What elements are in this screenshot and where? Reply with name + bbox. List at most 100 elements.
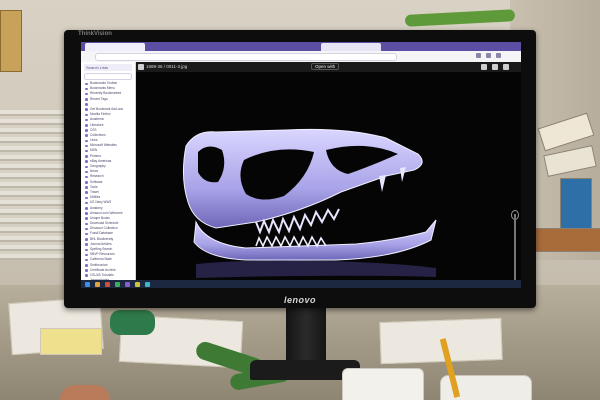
print-icon[interactable]	[481, 64, 487, 70]
sidebar-item-label: Recently Bookmarked	[90, 91, 122, 96]
url-field[interactable]	[95, 53, 397, 61]
open-with-button[interactable]: Open with	[311, 63, 340, 70]
sidebar-item-label: CSS	[90, 127, 97, 132]
monitor-brand-bottom: lenovo	[283, 295, 316, 305]
skull-reflection	[196, 260, 436, 278]
bookmark-folder-icon	[85, 108, 88, 111]
viewer-file-title: 1689-36 / 0011-3.jpg	[146, 64, 188, 69]
sidebar-item-label: MSN	[90, 148, 98, 153]
bookmark-folder-icon	[85, 232, 88, 236]
sidebar-item-label: Tools	[90, 184, 98, 189]
sidebar-item-label: Bookmarks Menu	[90, 86, 115, 91]
bookmarks-sidebar: Search Lists Bookmarks Toolbar Bookmarks …	[81, 62, 136, 280]
sidebar-item-label: Travel	[90, 189, 99, 194]
photo-scene: ThinkVision lenovo Search Lists Bookmark…	[0, 0, 600, 400]
sidebar-item-label: Dinosaur Collection	[90, 226, 118, 231]
sidebar-item-label: News	[90, 169, 98, 174]
bookmark-folder-icon	[85, 98, 88, 101]
app-icon[interactable]	[125, 281, 130, 287]
sidebar-item-label: Mozilla Firefox	[90, 112, 111, 117]
download-icon[interactable]	[492, 64, 498, 70]
sticky-note	[40, 328, 102, 355]
toy-figure	[110, 310, 155, 335]
sidebar-item-label: Academic	[90, 117, 104, 122]
bookmark-folder-icon	[85, 243, 88, 246]
sidebar-item-label: Microsoft Websites	[90, 143, 117, 148]
more-icon[interactable]	[503, 64, 509, 70]
bookmark-folder-icon	[85, 258, 88, 262]
scale-pin	[514, 214, 516, 284]
bookmark-folder-icon	[85, 82, 88, 85]
sidebar-list: Bookmarks Toolbar Bookmarks Menu Recently …	[84, 81, 134, 280]
sidebar-item-label: Geography	[90, 164, 106, 168]
bookmark-folder-icon	[85, 124, 88, 127]
sidebar-item-label: Download Schedule	[90, 221, 119, 226]
menu-icon[interactable]	[496, 53, 501, 58]
sidebar-item-label: Software	[90, 179, 103, 184]
bookmark-folder-icon	[85, 144, 88, 148]
bookmark-folder-icon	[85, 222, 88, 226]
sidebar-item-label: Literature	[90, 122, 104, 127]
app-icon[interactable]	[135, 281, 140, 287]
bookmark-folder-icon	[85, 274, 88, 277]
sidebar-item-label: Anatomy	[90, 205, 103, 210]
bookmark-folder-icon	[85, 129, 88, 132]
person-hand	[60, 385, 110, 400]
sidebar-item-label: Recent Tags	[90, 96, 108, 101]
skull	[182, 128, 437, 261]
sidebar-item-label: Certificate Archive	[90, 267, 116, 272]
bookshelf	[535, 110, 600, 252]
bookmark-folder-icon	[85, 165, 88, 168]
dinosaur-skull-image	[182, 128, 437, 278]
sidebar-item-label: Smithsonian	[90, 262, 108, 267]
shelf	[535, 228, 600, 252]
bookmark-folder-icon	[85, 170, 88, 174]
wall-poster	[0, 10, 22, 72]
bookmark-folder-icon	[85, 118, 88, 122]
bookmark-folder-icon	[85, 149, 88, 153]
bookmark-folder-icon	[85, 92, 88, 96]
bookmark-folder-icon	[85, 175, 88, 179]
book	[543, 145, 597, 177]
monitor-brand-top: ThinkVision	[78, 31, 112, 37]
bookmark-folder-icon	[85, 103, 88, 106]
bookmark-folder-icon	[85, 217, 88, 220]
bookmark-icon[interactable]	[476, 53, 481, 58]
browser-icon[interactable]	[105, 281, 110, 287]
close-icon[interactable]	[138, 64, 144, 70]
bookmark-folder-icon	[85, 212, 88, 215]
sidebar-item-label: California State	[90, 257, 112, 262]
sidebar-item-label: Amazon.com Welcome	[90, 210, 123, 215]
folder-icon[interactable]	[95, 281, 100, 287]
bookmark-folder-icon	[85, 264, 88, 267]
coffee-mug	[342, 368, 424, 400]
paper-stack	[0, 110, 70, 260]
sidebar-item-label: Bookmarks Toolbar	[90, 81, 118, 85]
sidebar-item-label: Journal Articles	[90, 241, 112, 246]
bookmark-folder-icon	[85, 181, 88, 184]
sidebar-search-input[interactable]	[84, 73, 132, 80]
sidebar-item-label: BHL Biodiversity	[90, 236, 114, 241]
bookmark-folder-icon	[85, 113, 88, 117]
browser-tab[interactable]	[85, 43, 145, 51]
sidebar-item-label: Links	[90, 138, 98, 143]
bookmark-folder-icon	[85, 248, 88, 251]
start-icon[interactable]	[85, 281, 90, 287]
sidebar-item-label: Research	[90, 174, 104, 179]
sidebar-item-label: CSULB Tutorials	[90, 272, 114, 277]
taskbar	[81, 280, 521, 288]
bookmark-folder-icon	[85, 191, 88, 194]
image-viewer: 1689-36 / 0011-3.jpg Open with	[136, 62, 521, 284]
bookmark-folder-icon	[85, 227, 88, 231]
sidebar-item-label: US Navy WW2	[90, 200, 112, 205]
browser-tab[interactable]	[321, 43, 381, 51]
download-icon[interactable]	[486, 53, 491, 58]
sidebar-item-label: Spelling Search	[90, 247, 113, 251]
app-icon[interactable]	[145, 281, 150, 287]
sidebar-item-label: SBVP Resources	[90, 252, 115, 257]
sidebar-item-label: Get Bookmark Add-ons	[90, 106, 123, 111]
sidebar-item-label: Unique Books	[90, 215, 110, 220]
app-icon[interactable]	[115, 281, 120, 287]
monitor-screen: Search Lists Bookmarks Toolbar Bookmarks …	[81, 42, 521, 288]
bookmark-folder-icon	[85, 253, 88, 257]
